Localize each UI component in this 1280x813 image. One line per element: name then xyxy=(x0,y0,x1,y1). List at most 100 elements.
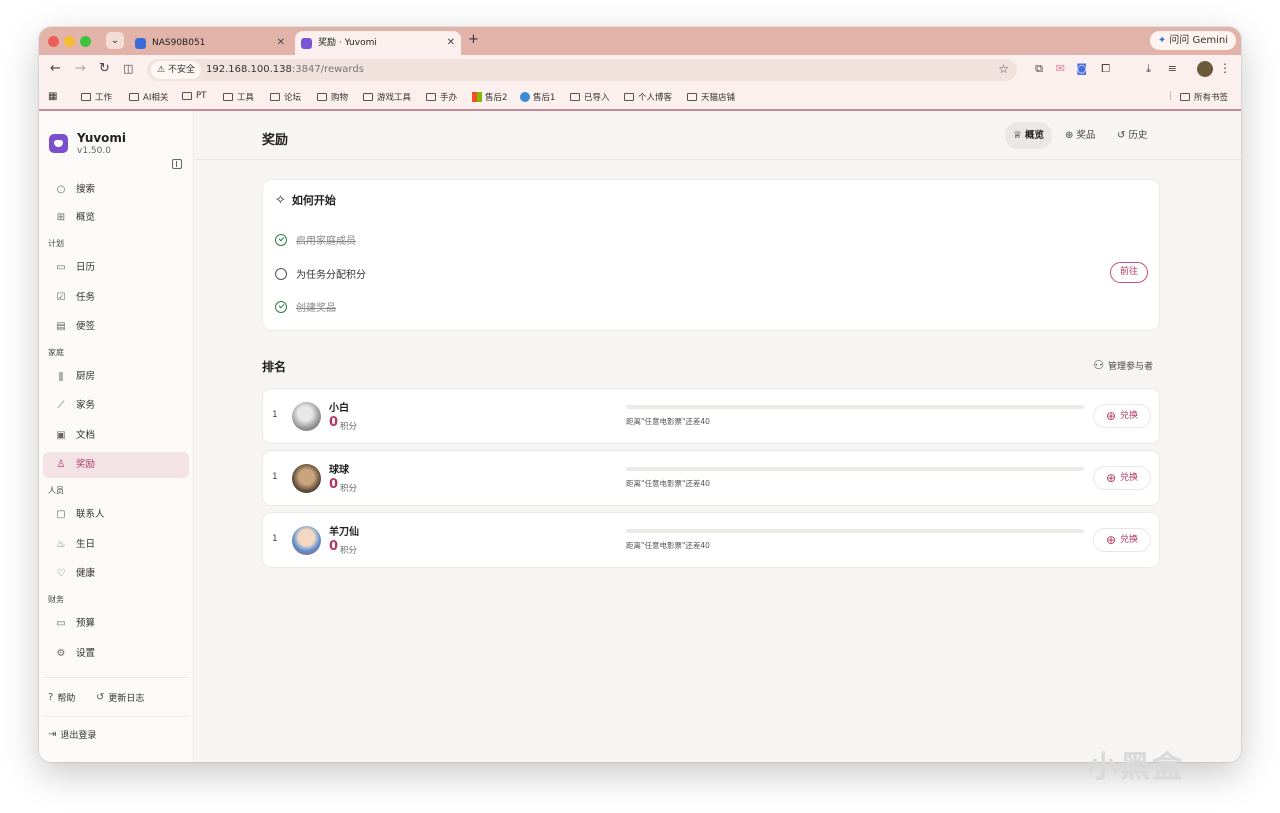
redeem-label: 兑换 xyxy=(1120,473,1139,483)
sidebar-item-birthdays[interactable]: ♨ 生日 xyxy=(43,532,189,558)
security-indicator[interactable]: ⚠ 不安全 xyxy=(151,61,201,79)
bookmark-label: 个人博客 xyxy=(638,93,673,103)
bookmark-label: 工具 xyxy=(237,93,255,103)
bookmark-folder[interactable]: 游戏工具 xyxy=(363,91,411,103)
tab-overview[interactable]: ♕ 概览 xyxy=(1005,122,1052,149)
sidebar-item-notes[interactable]: ▤ 便签 xyxy=(43,314,189,340)
tab-history[interactable]: ↺ 历史 xyxy=(1109,122,1155,149)
gemini-sparkle-icon: ✦ xyxy=(1157,35,1167,46)
sidebar-item-budget[interactable]: ▭ 预算 xyxy=(43,611,189,637)
puzzle-icon[interactable]: ⧠ xyxy=(1101,62,1110,76)
sidebar-item-overview[interactable]: ⊞ 概览 xyxy=(43,205,189,231)
security-label: 不安全 xyxy=(167,65,195,75)
step-enable-members[interactable]: 启用家庭成员 xyxy=(275,232,356,247)
bookmark-label: 售后1 xyxy=(533,93,556,103)
page-header: 奖励 ♕ 概览 ⊕ 奖品 ↺ 历史 xyxy=(195,111,1241,160)
minimize-window-button[interactable] xyxy=(64,36,75,47)
bookmark-folder[interactable]: PT xyxy=(182,91,206,101)
avatar xyxy=(292,464,321,493)
sidebar-item-documents[interactable]: ▣ 文档 xyxy=(43,423,189,449)
step-assign-points[interactable]: 为任务分配积分 xyxy=(275,266,366,281)
sidebar-item-kitchen[interactable]: ǁ 厨房 xyxy=(43,364,189,390)
history-icon: ↺ xyxy=(96,692,105,703)
collapse-sidebar-icon[interactable] xyxy=(172,159,182,169)
bookmark-folder[interactable]: 手办 xyxy=(426,91,457,103)
tab-prizes[interactable]: ⊕ 奖品 xyxy=(1057,122,1103,149)
bookmark-star-icon[interactable]: ☆ xyxy=(998,62,1009,76)
sidebar-item-calendar[interactable]: ▭ 日历 xyxy=(43,255,189,281)
tab-search-button[interactable]: ⌄ xyxy=(106,32,124,49)
bookmark-folder[interactable]: AI相关 xyxy=(129,91,168,103)
check-circle-icon xyxy=(275,233,287,246)
forward-arrow-icon[interactable]: → xyxy=(75,61,86,76)
reading-list-icon[interactable]: ≡ xyxy=(1168,62,1177,75)
profile-avatar[interactable] xyxy=(1197,61,1213,77)
bookmark-folder[interactable]: 购物 xyxy=(317,91,348,103)
extension-icon[interactable]: ◙ xyxy=(1076,62,1087,75)
url-text[interactable]: 192.168.100.138:3847/rewards xyxy=(206,59,364,81)
ranking-row: 1 小白 0 积分 距离"任意电影票"还差40 ⊕ 兑换 xyxy=(262,388,1160,444)
sidebar-item-health[interactable]: ♡ 健康 xyxy=(43,561,189,587)
extension-icon[interactable]: ✉ xyxy=(1056,62,1065,75)
maximize-window-button[interactable] xyxy=(80,36,91,47)
section-label-plan: 计划 xyxy=(48,239,64,248)
sidebar-item-settings[interactable]: ⚙ 设置 xyxy=(43,641,189,667)
step-label: 启用家庭成员 xyxy=(296,236,356,247)
extension-icon[interactable]: ⧉ xyxy=(1035,62,1043,76)
sidebar-item-tasks[interactable]: ☑ 任务 xyxy=(43,285,189,311)
back-arrow-icon[interactable]: ← xyxy=(50,61,61,76)
step-create-prize[interactable]: 创建奖品 xyxy=(275,299,336,314)
sidebar-item-rewards[interactable]: ♙ 奖励 xyxy=(43,452,189,478)
folder-icon xyxy=(129,93,139,101)
sidebar-item-chores[interactable]: ⟋ 家务 xyxy=(43,393,189,419)
browser-tab-rewards[interactable]: 奖励 · Yuvomi ✕ xyxy=(295,31,461,55)
logout-button[interactable]: ⇥ 退出登录 xyxy=(48,728,96,741)
help-link[interactable]: ? 帮助 xyxy=(48,691,75,704)
sidebar-item-label: 健康 xyxy=(76,568,96,579)
split-view-icon[interactable]: ◫ xyxy=(123,62,133,75)
sidebar-item-contacts[interactable]: ▢ 联系人 xyxy=(43,502,189,528)
gemini-button[interactable]: ✦ 问问 Gemini xyxy=(1149,31,1236,50)
new-tab-button[interactable]: + xyxy=(468,32,479,47)
points-value: 0 xyxy=(329,539,339,554)
download-icon[interactable]: ⤓ xyxy=(1146,62,1151,76)
all-bookmarks-folder[interactable]: 所有书签 xyxy=(1180,91,1228,103)
bookmark-label: 所有书签 xyxy=(1194,93,1229,103)
reload-icon[interactable]: ↻ xyxy=(99,61,110,76)
close-tab-icon[interactable]: ✕ xyxy=(277,31,285,55)
sidebar: Yuvomi v1.50.0 ○ 搜索 ⊞ 概览 计划 ▭ 日历 ☑ 任务 ▤ 便签 家庭… xyxy=(39,111,194,762)
bookmark-link[interactable]: 售后1 xyxy=(520,91,555,103)
redeem-button[interactable]: ⊕ 兑换 xyxy=(1093,466,1151,490)
browser-tab-nas[interactable]: NAS90B051 ✕ xyxy=(131,31,291,55)
address-bar[interactable]: ⚠ 不安全 192.168.100.138:3847/rewards ☆ xyxy=(147,59,1017,81)
dashboard-icon: ⊞ xyxy=(56,212,66,223)
redeem-button[interactable]: ⊕ 兑换 xyxy=(1093,404,1151,428)
folder-icon xyxy=(1180,93,1190,101)
close-window-button[interactable] xyxy=(48,36,59,47)
section-label-home: 家庭 xyxy=(48,348,64,357)
menu-kebab-icon[interactable]: ⋮ xyxy=(1219,61,1231,75)
redeem-button[interactable]: ⊕ 兑换 xyxy=(1093,528,1151,552)
close-tab-icon[interactable]: ✕ xyxy=(447,31,455,55)
bookmark-folder[interactable]: 个人博客 xyxy=(624,91,672,103)
sidebar-item-label: 厨房 xyxy=(76,371,96,382)
redeem-label: 兑换 xyxy=(1120,535,1139,545)
progress-bar xyxy=(626,529,1084,533)
apps-grid-icon[interactable]: ▦ xyxy=(48,91,57,102)
bookmark-folder[interactable]: 论坛 xyxy=(270,91,301,103)
go-button[interactable]: 前往 xyxy=(1110,262,1148,283)
bookmark-folder[interactable]: 已导入 xyxy=(570,91,610,103)
manage-participants-button[interactable]: ⚇ 管理参与者 xyxy=(1093,358,1153,372)
app-root: Yuvomi v1.50.0 ○ 搜索 ⊞ 概览 计划 ▭ 日历 ☑ 任务 ▤ 便签 家庭… xyxy=(39,111,1241,762)
site-favicon-icon xyxy=(520,92,530,102)
sidebar-item-label: 联系人 xyxy=(76,509,105,520)
points-value: 0 xyxy=(329,477,339,492)
sidebar-item-label: 便签 xyxy=(76,321,96,332)
bookmark-folder[interactable]: 天猫店铺 xyxy=(687,91,735,103)
bookmark-link[interactable]: 售后2 xyxy=(472,91,507,103)
bookmark-folder[interactable]: 工具 xyxy=(223,91,254,103)
changelog-link[interactable]: ↺ 更新日志 xyxy=(96,691,144,704)
bookmark-folder[interactable]: 工作 xyxy=(81,91,112,103)
sidebar-item-search[interactable]: ○ 搜索 xyxy=(43,177,189,203)
check-circle-icon xyxy=(275,300,287,313)
